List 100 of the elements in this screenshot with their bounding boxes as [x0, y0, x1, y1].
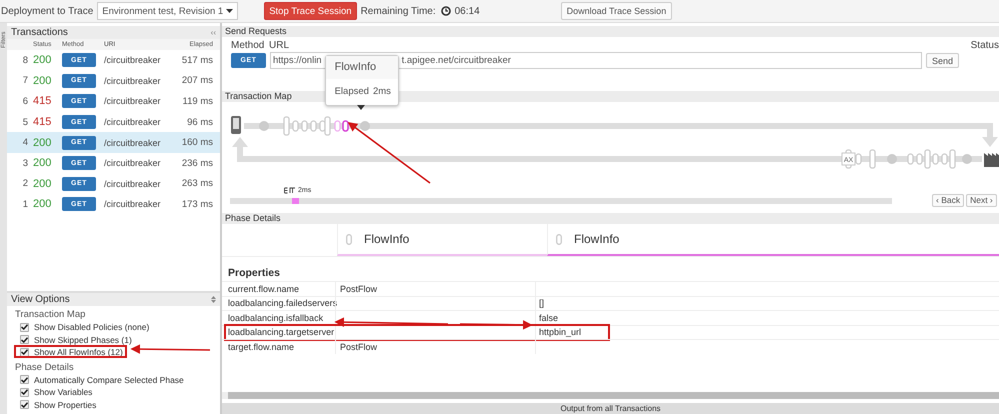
property-value: PostFlow: [335, 340, 535, 354]
send-button[interactable]: Send: [926, 53, 960, 68]
status-code: 200: [32, 157, 52, 170]
clock-icon: [440, 6, 451, 16]
flow-step-icon[interactable]: [310, 120, 317, 132]
elapsed-text: 263 ms: [181, 178, 213, 190]
uri-text: /circuitbreaker: [104, 158, 162, 168]
uri-text: /circuitbreaker: [104, 55, 162, 66]
elapsed-text: 173 ms: [181, 198, 213, 210]
flow-step-icon[interactable]: [907, 153, 914, 165]
deployment-label: Deployment to Trace: [1, 6, 94, 16]
stop-trace-button[interactable]: Stop Trace Session: [264, 2, 357, 20]
flow-boundary-icon: [869, 149, 876, 169]
checkbox-label[interactable]: Show All FlowInfos (12): [34, 347, 123, 358]
flow-boundary-icon: [283, 116, 290, 136]
flow-node-icon[interactable]: [360, 121, 370, 131]
elapsed-text: 96 ms: [186, 116, 213, 128]
phase-name: FlowInfo: [364, 232, 410, 246]
flow-step-icon[interactable]: [334, 120, 341, 132]
checkbox-label[interactable]: Show Skipped Phases (1): [34, 334, 132, 345]
remaining-time-value: 06:14: [454, 6, 480, 16]
elapsed-value: 2ms: [372, 86, 391, 97]
uri-text: /circuitbreaker: [104, 138, 162, 148]
row-number: 5: [22, 116, 28, 128]
row-number: 6: [22, 96, 28, 107]
section-title: Phase Details: [222, 213, 999, 224]
flow-node-icon[interactable]: [259, 121, 269, 131]
status-code: 200: [32, 74, 52, 87]
phase-column-tab[interactable]: FlowInfo: [547, 224, 999, 256]
status-code: 200: [32, 54, 52, 66]
flow-step-icon[interactable]: [292, 120, 299, 132]
uri-text: /circuitbreaker: [104, 96, 162, 106]
property-name: loadbalancing.failedservers: [227, 298, 335, 308]
property-value: httpbin_url: [535, 326, 999, 339]
ax-policy-icon: [842, 152, 856, 166]
checkbox-label[interactable]: Automatically Compare Selected Phase: [34, 374, 184, 385]
checkbox[interactable]: [20, 375, 29, 384]
flow-node-icon[interactable]: [962, 154, 972, 164]
elapsed-text: 119 ms: [182, 96, 213, 107]
property-value: []: [535, 296, 999, 310]
checkbox[interactable]: [20, 400, 29, 410]
mobile-phone-icon: [231, 116, 241, 134]
elapsed-text: 236 ms: [181, 158, 213, 169]
deployment-select[interactable]: Environment test, Revision 1: [97, 2, 238, 20]
flow-step-icon[interactable]: [932, 153, 939, 165]
factory-icon: [984, 153, 999, 167]
group-title: Phase Details: [14, 360, 75, 374]
phase-column-tab[interactable]: FlowInfo: [337, 224, 547, 256]
selected-step-marker[interactable]: [342, 120, 349, 132]
timeline-track[interactable]: [230, 198, 892, 204]
uri-text: /circuitbreaker: [104, 117, 162, 128]
tooltip-title: FlowInfo: [326, 56, 398, 79]
elapsed-text: 160 ms: [181, 137, 213, 148]
output-bar[interactable]: Output from all Transactions: [222, 403, 999, 414]
flow-step-icon[interactable]: [941, 153, 948, 165]
flow-node-icon[interactable]: [887, 154, 897, 164]
uri-text: /circuitbreaker: [104, 178, 162, 189]
remaining-time-label: Remaining Time:: [360, 6, 436, 16]
resize-icon[interactable]: [211, 296, 216, 303]
row-number: 8: [22, 54, 28, 66]
property-value: PostFlow: [335, 282, 535, 296]
tooltip-pointer-icon: [356, 105, 365, 110]
flow-step-icon[interactable]: [301, 120, 308, 132]
back-button[interactable]: ‹ Back: [932, 194, 964, 207]
property-name: loadbalancing.targetserver: [227, 327, 335, 338]
timeline-marker[interactable]: [292, 198, 299, 204]
caret-icon: [226, 9, 234, 13]
flow-boundary-icon: [949, 149, 956, 169]
flowinfo-icon: [556, 234, 562, 244]
section-title: Send Requests: [222, 26, 999, 37]
row-number: 1: [22, 198, 28, 210]
status-code: 415: [32, 95, 52, 108]
checkbox[interactable]: [20, 348, 29, 357]
method-label: Method: [231, 40, 266, 52]
elapsed-text: 517 ms: [181, 54, 213, 66]
checkbox-label[interactable]: Show Disabled Policies (none): [34, 322, 150, 332]
checkbox[interactable]: [20, 388, 29, 397]
status-code: 200: [32, 178, 52, 190]
property-name: target.flow.name: [227, 342, 296, 352]
bracket-icon: [284, 187, 296, 194]
next-button[interactable]: Next ›: [966, 194, 997, 207]
property-value: false: [535, 311, 999, 324]
status-code: 200: [32, 136, 52, 149]
checkbox-label[interactable]: Show Properties: [34, 400, 96, 410]
checkbox[interactable]: [20, 335, 29, 344]
horizontal-scrollbar[interactable]: [222, 392, 999, 399]
property-name: loadbalancing.isfallback: [227, 312, 324, 323]
url-label: URL: [269, 40, 290, 52]
status-label: Status: [970, 40, 999, 52]
row-number: 3: [22, 158, 28, 169]
flow-boundary-icon: [924, 149, 931, 169]
checkbox[interactable]: [20, 322, 29, 332]
row-number: 4: [22, 137, 28, 148]
properties-title: Properties: [227, 267, 281, 281]
flow-step-icon[interactable]: [916, 153, 923, 165]
checkbox-label[interactable]: Show Variables: [34, 387, 92, 398]
elapsed-text: 207 ms: [181, 75, 213, 86]
download-trace-button[interactable]: Download Trace Session: [560, 2, 672, 20]
elapsed-label: Elapsed: [334, 86, 369, 97]
property-name: current.flow.name: [227, 284, 300, 294]
